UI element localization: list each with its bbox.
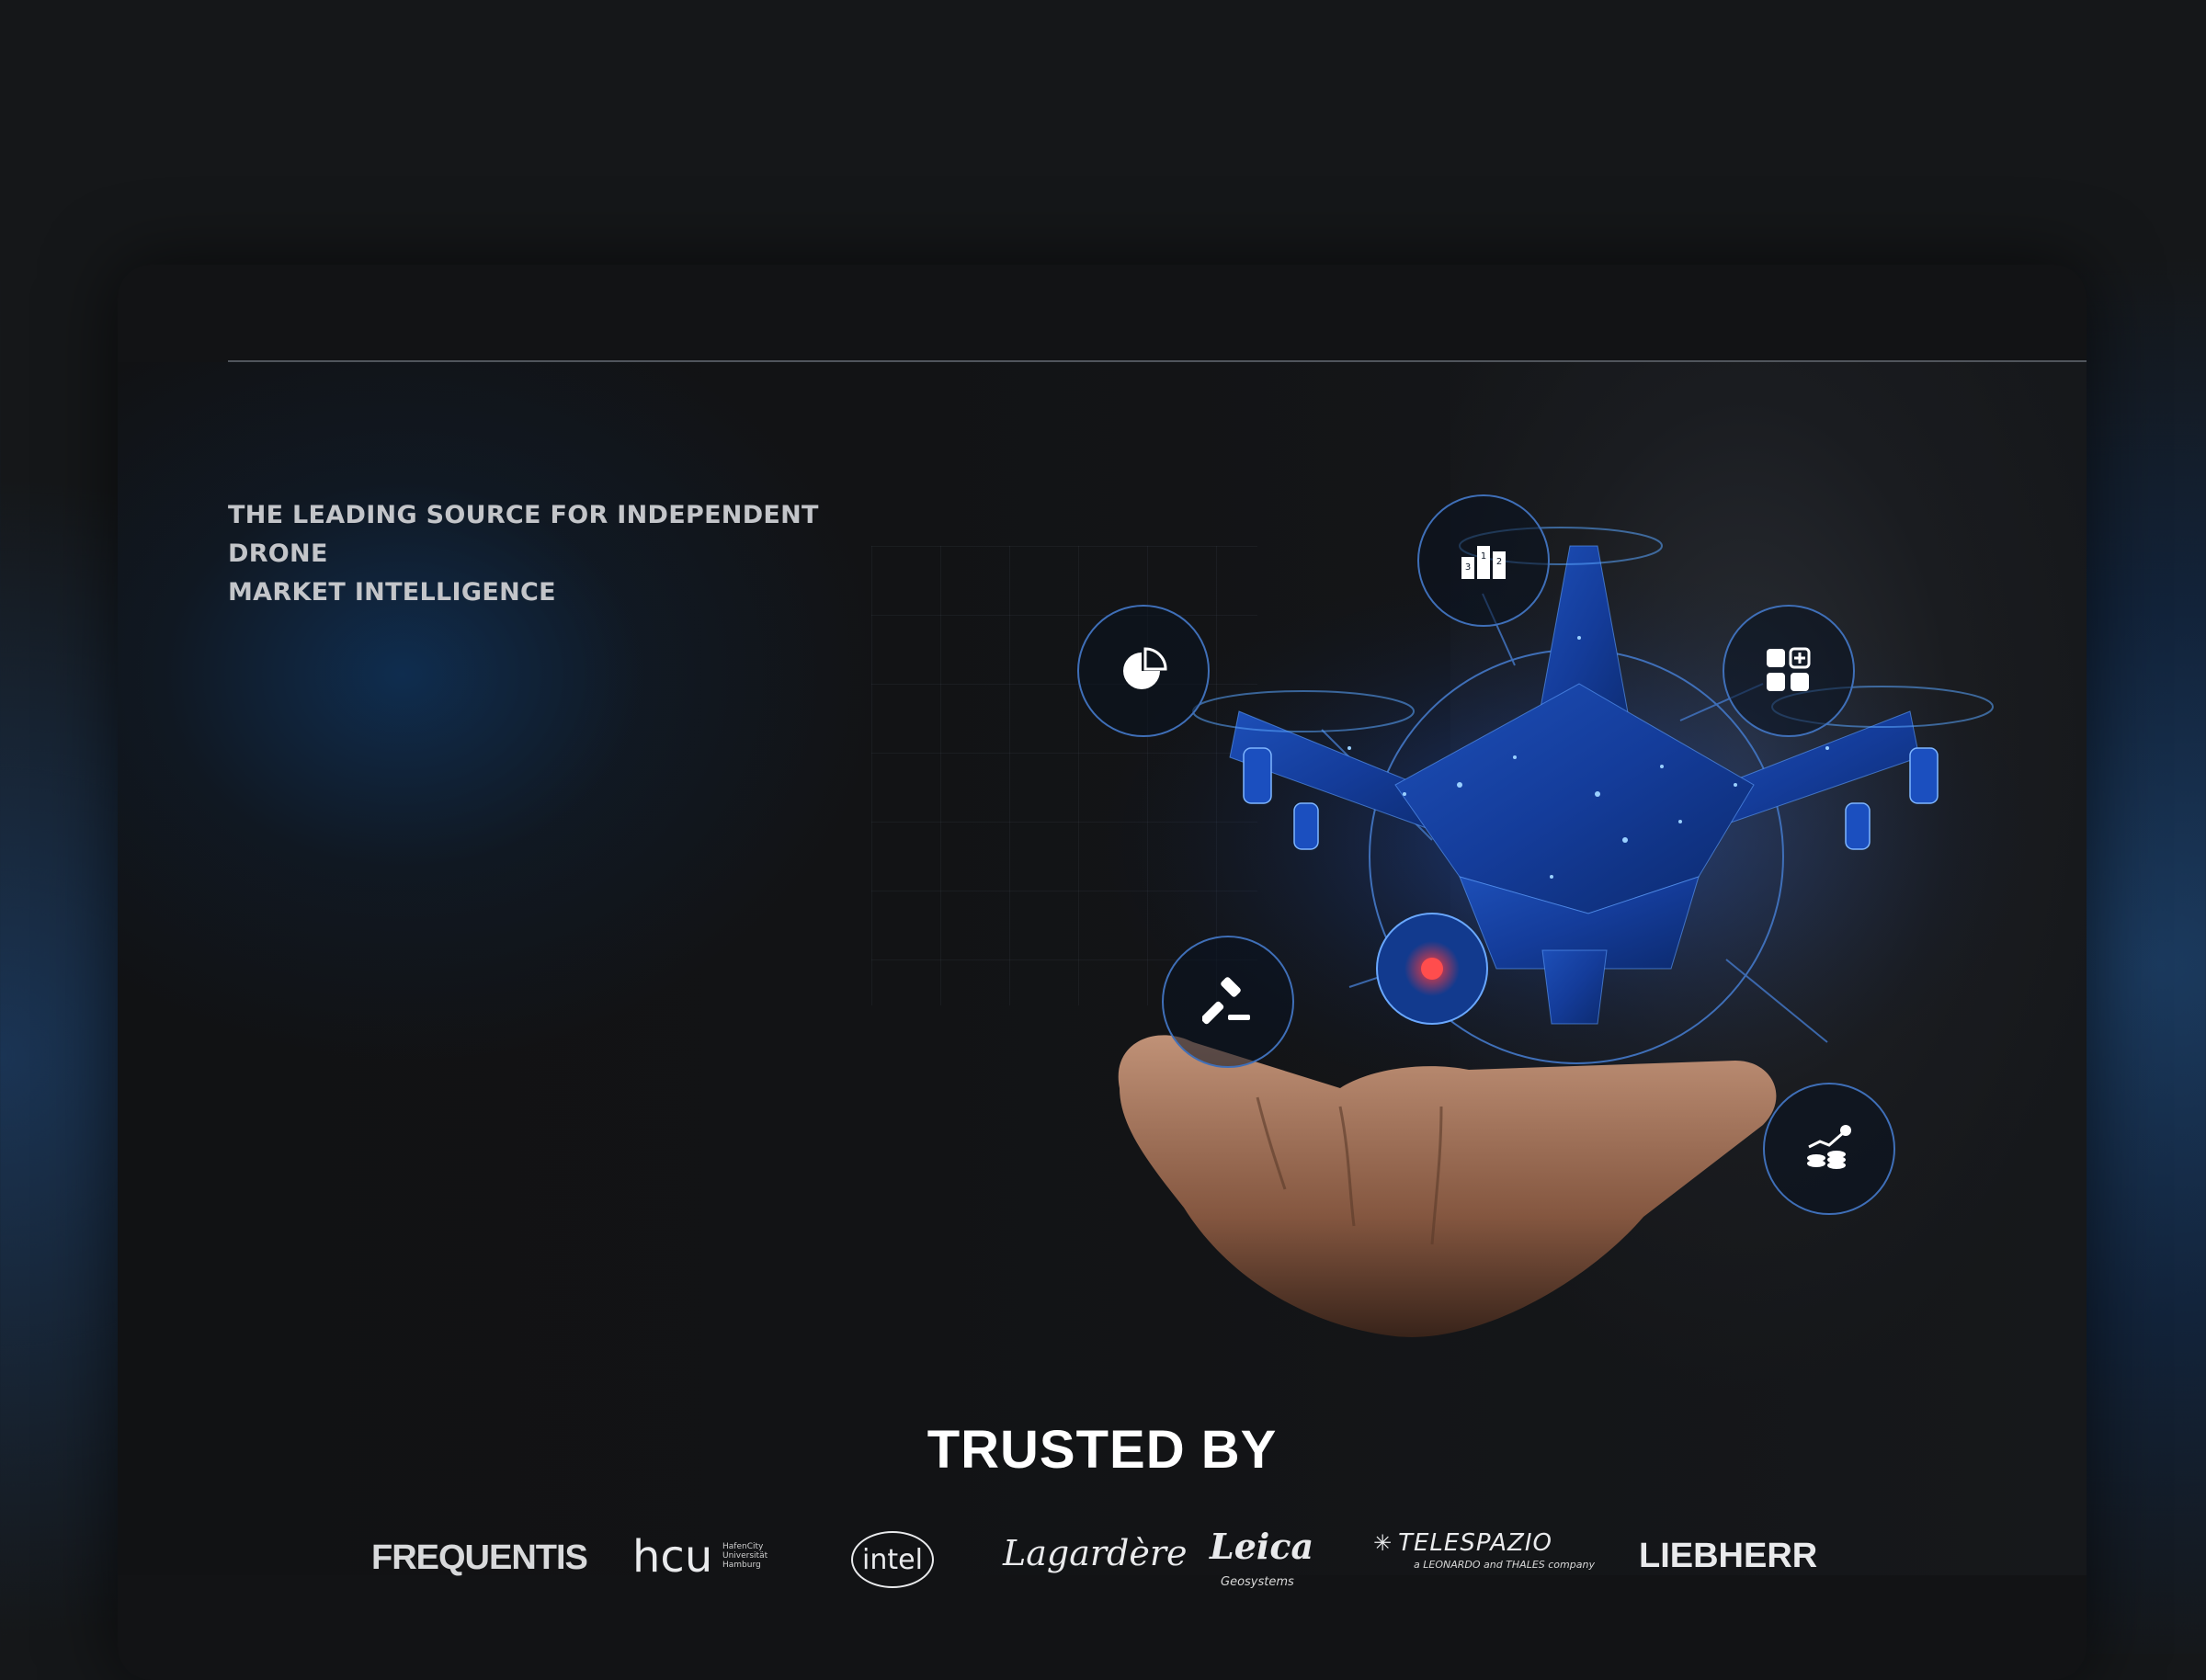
logo-telespazio-text: TELESPAZIO (1398, 1529, 1552, 1557)
trusted-by-heading: TRUSTED BY (927, 1420, 1278, 1480)
client-logos-row: FREQUENTIS hcu HafenCity Universität Ham… (118, 1526, 2087, 1606)
logo-telespazio-subtitle: a LEONARDO and THALES company (1414, 1559, 1595, 1571)
logo-hcu[interactable]: hcu (632, 1531, 712, 1583)
svg-text:3: 3 (1465, 562, 1471, 573)
logo-intel[interactable]: intel (851, 1531, 934, 1588)
svg-text:1: 1 (1481, 551, 1486, 562)
telespazio-star-icon: ✳ (1373, 1530, 1393, 1556)
money-glyph (1807, 1125, 1851, 1169)
hero-section: THE LEADING SOURCE FOR INDEPENDENT DRONE… (118, 362, 2087, 1575)
gavel-glyph (1202, 977, 1250, 1025)
browser-window: THE LEADING SOURCE FOR INDEPENDENT DRONE… (118, 265, 2087, 1680)
grid-glyph (1767, 647, 1811, 691)
logo-frequentis[interactable]: FREQUENTIS (371, 1538, 588, 1578)
logo-intel-text: intel (862, 1543, 923, 1576)
logo-telespazio[interactable]: ✳ TELESPAZIO (1373, 1529, 1552, 1557)
money-growth-icon[interactable] (1763, 1083, 1895, 1215)
logo-lagardere[interactable]: Lagardère (1003, 1533, 1188, 1573)
ranking-podium-icon[interactable]: 1 2 3 (1417, 494, 1550, 627)
logo-leica-subtitle: Geosystems (1221, 1575, 1294, 1589)
svg-text:2: 2 (1496, 557, 1502, 567)
apps-grid-add-icon[interactable] (1723, 605, 1855, 737)
logo-liebherr[interactable]: LIEBHERR (1639, 1537, 1817, 1576)
pie-chart-icon[interactable] (1077, 605, 1210, 737)
logo-hcu-subtitle: HafenCity Universität Hamburg (722, 1542, 768, 1570)
pie-glyph (1123, 647, 1167, 689)
gavel-icon[interactable] (1162, 936, 1294, 1068)
podium-glyph: 1 2 3 (1461, 546, 1506, 579)
drone-illustration (1092, 527, 2048, 1337)
logo-leica[interactable]: Leica (1210, 1526, 1313, 1567)
